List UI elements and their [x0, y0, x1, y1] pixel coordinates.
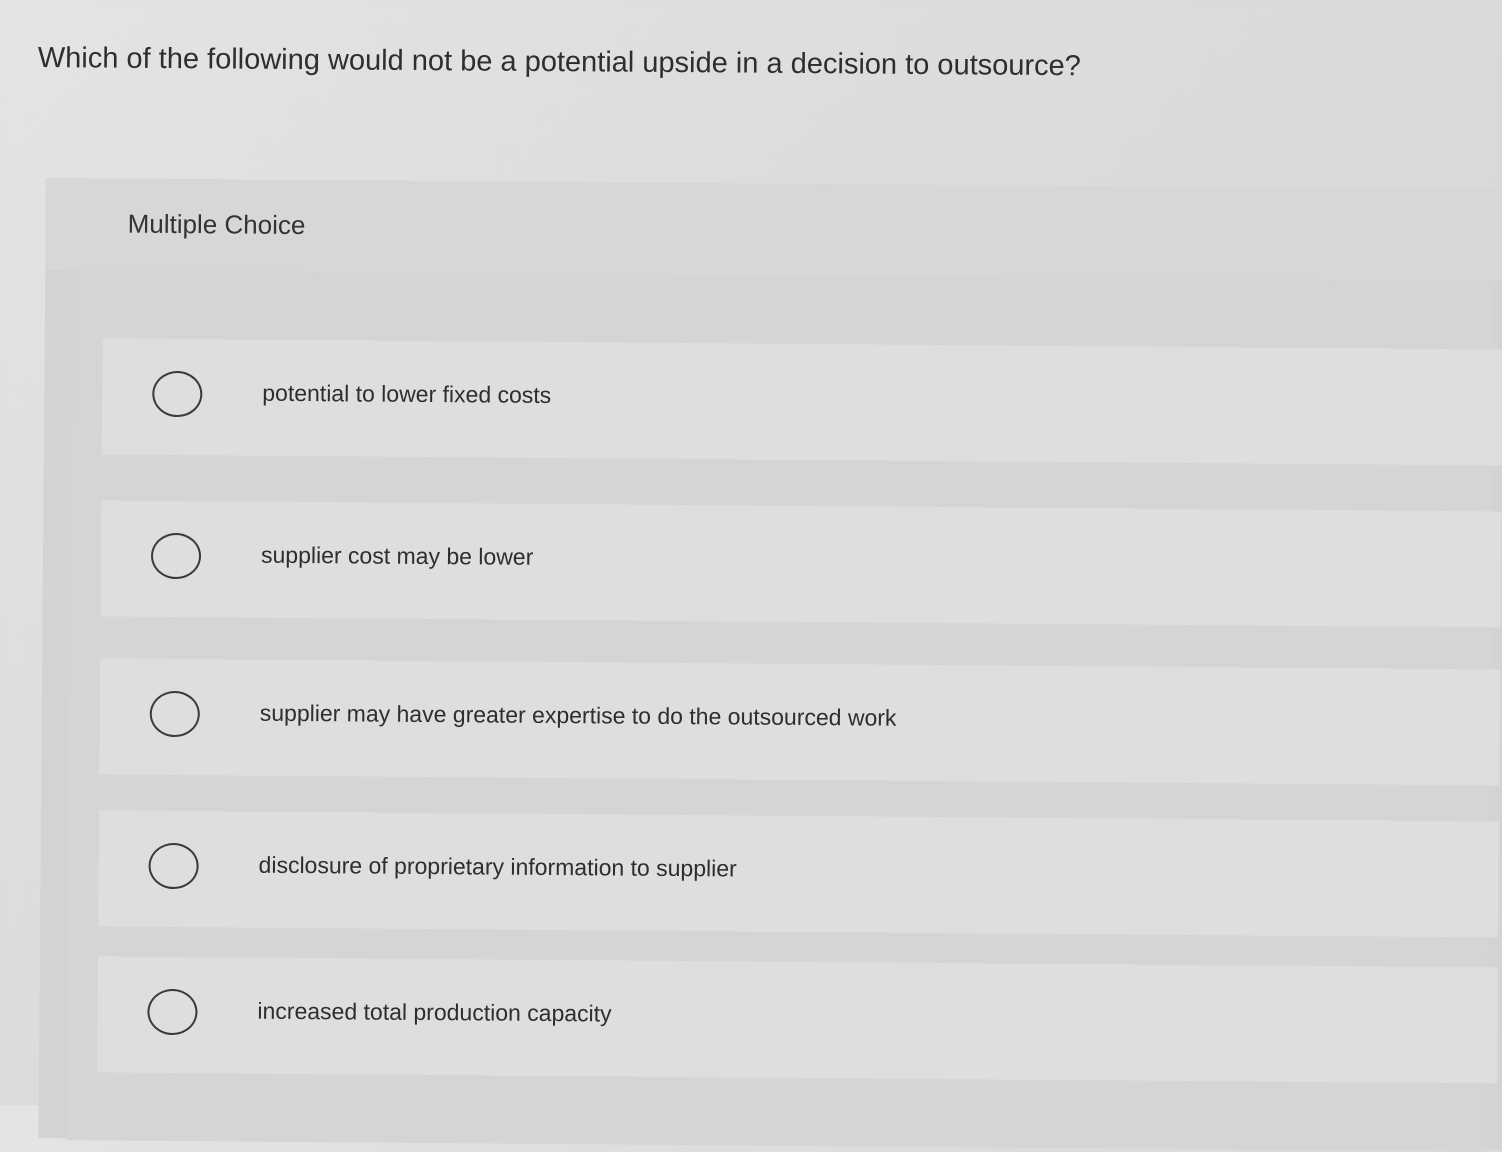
radio-circle-icon[interactable] [149, 690, 200, 738]
option-label: potential to lower fixed costs [262, 379, 552, 408]
option-3[interactable]: supplier may have greater expertise to d… [99, 658, 1501, 786]
panel-title: Multiple Choice [127, 208, 306, 241]
option-label: supplier may have greater expertise to d… [259, 699, 897, 731]
option-label: disclosure of proprietary information to… [258, 851, 737, 882]
option-label: supplier cost may be lower [260, 541, 534, 570]
options-list: potential to lower fixed costs supplier … [66, 270, 1502, 1152]
option-2[interactable]: supplier cost may be lower [100, 500, 1502, 628]
multiple-choice-panel: Multiple Choice potential to lower fixed… [38, 178, 1502, 1152]
option-5[interactable]: increased total production capacity [96, 956, 1498, 1084]
panel-header: Multiple Choice [45, 178, 1502, 282]
option-1[interactable]: potential to lower fixed costs [101, 338, 1502, 466]
radio-circle-icon[interactable] [148, 842, 199, 890]
question-text: Which of the following would not be a po… [37, 41, 1081, 83]
radio-circle-icon[interactable] [152, 370, 203, 418]
radio-circle-icon[interactable] [150, 532, 202, 580]
radio-circle-icon[interactable] [147, 988, 198, 1036]
option-label: increased total production capacity [257, 997, 612, 1027]
option-4[interactable]: disclosure of proprietary information to… [98, 810, 1499, 938]
